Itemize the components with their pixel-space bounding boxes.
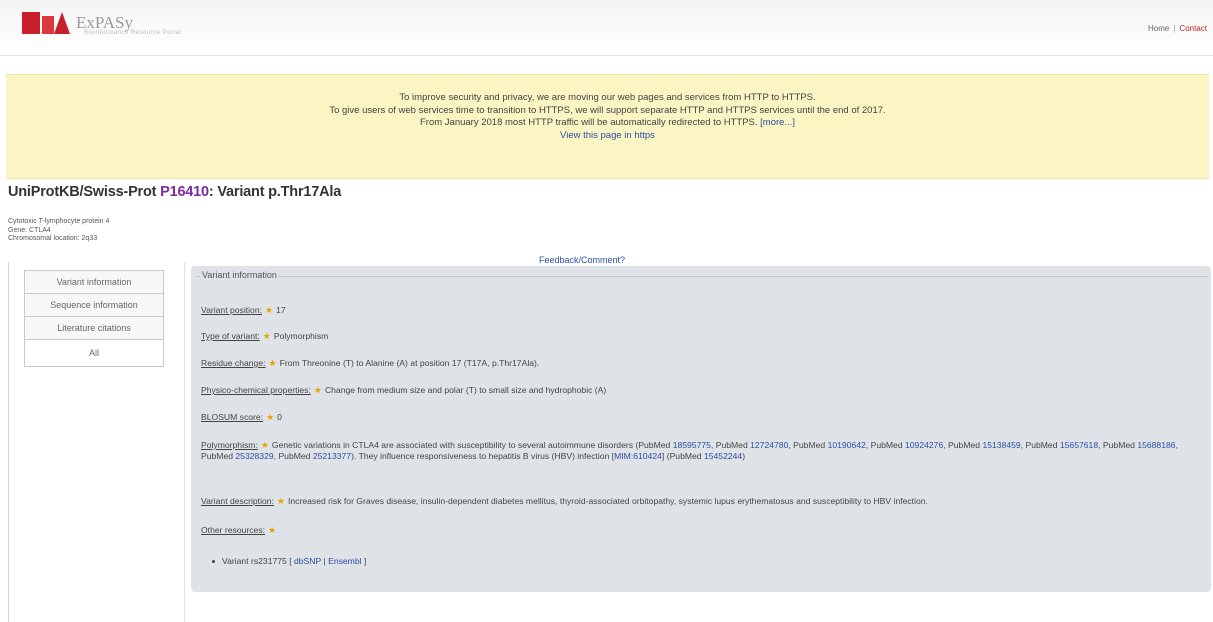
help-star-icon[interactable]: ★	[314, 385, 322, 395]
column-divider	[184, 262, 185, 622]
https-notice: To improve security and privacy, we are …	[6, 74, 1209, 179]
pubmed-link[interactable]: 10190642	[828, 440, 866, 450]
help-star-icon[interactable]: ★	[269, 358, 277, 368]
pubmed-label: PubMed	[870, 440, 903, 450]
pubmed-label: PubMed	[715, 440, 748, 450]
pubmed-label: PubMed	[278, 451, 311, 461]
pubmed-label: PubMed	[201, 451, 234, 461]
protein-meta: Cytotoxic T-lymphocyte protein 4 Gene: C…	[8, 218, 109, 244]
title-prefix: UniProtKB/Swiss-Prot	[8, 184, 157, 200]
fieldset-border	[196, 276, 1209, 277]
top-links-separator: |	[1173, 24, 1176, 33]
logo-subtitle: Bioinformatics Resource Portal	[84, 30, 182, 36]
variant-information-panel	[191, 266, 1211, 592]
residue-change-row: Residue change: ★ From Threonine (T) to Al…	[201, 358, 539, 369]
feedback-link[interactable]: Feedback/Comment?	[539, 255, 625, 265]
protein-name: Cytotoxic T-lymphocyte protein 4	[8, 218, 110, 225]
other-resources-label[interactable]: Other resources:	[201, 525, 265, 535]
variant-description-value: Increased risk for Graves disease, insul…	[288, 496, 928, 506]
pubmed-link[interactable]: 25213377	[313, 451, 351, 461]
help-star-icon[interactable]: ★	[263, 331, 271, 341]
residue-change-value: From Threonine (T) to Alanine (A) at pos…	[279, 358, 540, 368]
pubmed-link[interactable]: 15657618	[1060, 440, 1098, 450]
variant-resource-item: Variant rs231775 [ dbSNP | Ensembl ]	[212, 556, 366, 566]
variant-position-value: 17	[276, 305, 286, 315]
help-star-icon[interactable]: ★	[277, 496, 285, 506]
section-nav: Variant information Sequence information…	[24, 270, 164, 367]
panel-legend: Variant information	[200, 270, 279, 280]
physico-chemical-row: Physico-chemical properties: ★ Change from…	[201, 385, 606, 396]
left-border	[8, 262, 9, 622]
polymorphism-row: Polymorphism: ★ Genetic variations in CTLA…	[201, 440, 1178, 461]
nav-all[interactable]: All	[25, 340, 163, 367]
physico-chemical-value: Change from medium size and polar (T) to…	[324, 385, 607, 395]
pubmed-label: PubMed	[793, 440, 826, 450]
notice-line-3-text: From January 2018 most HTTP traffic will…	[419, 117, 758, 128]
polymorphism-text-2: They influence responsiveness to hepatit…	[358, 451, 610, 461]
blosum-label[interactable]: BLOSUM score:	[201, 412, 263, 422]
type-of-variant-label[interactable]: Type of variant:	[201, 331, 260, 341]
title-suffix: : Variant p.Thr17Ala	[208, 184, 342, 200]
pubmed-link[interactable]: 15688186	[1137, 440, 1175, 450]
pubmed-label: PubMed	[1102, 440, 1135, 450]
pubmed-link[interactable]: 10924276	[905, 440, 943, 450]
sib-logo-icon	[22, 10, 70, 36]
physico-chemical-label[interactable]: Physico-chemical properties:	[201, 385, 311, 395]
pubmed-link[interactable]: 18595775	[673, 440, 711, 450]
page-title: UniProtKB/Swiss-Prot P16410: Variant p.T…	[8, 184, 341, 200]
dbsnp-link[interactable]: dbSNP	[294, 556, 321, 566]
contact-link[interactable]: Contact	[1179, 24, 1207, 33]
variant-description-label[interactable]: Variant description:	[201, 496, 274, 506]
header-bar: ExPASy Bioinformatics Resource Portal Ho…	[0, 0, 1213, 56]
help-star-icon[interactable]: ★	[266, 412, 274, 422]
pubmed-link[interactable]: 25328329	[235, 451, 273, 461]
help-star-icon[interactable]: ★	[261, 440, 269, 450]
type-of-variant-value: Polymorphism	[273, 331, 329, 341]
pubmed-label: PubMed	[669, 451, 702, 461]
help-star-icon[interactable]: ★	[268, 525, 276, 535]
header-background	[0, 0, 1213, 55]
type-of-variant-row: Type of variant: ★ Polymorphism	[201, 331, 328, 342]
pubmed-link[interactable]: 15452244	[704, 451, 742, 461]
variant-position-row: Variant position: ★ 17	[201, 305, 286, 316]
notice-line-3: From January 2018 most HTTP traffic will…	[6, 117, 1209, 130]
help-star-icon[interactable]: ★	[265, 305, 273, 315]
notice-line-2: To give users of web services time to tr…	[329, 104, 886, 116]
variant-id: Variant rs231775	[222, 556, 287, 566]
pubmed-label: PubMed	[1025, 440, 1058, 450]
chromosomal-location: Chromosomal location: 2q33	[8, 235, 98, 242]
nav-variant-information[interactable]: Variant information	[25, 271, 163, 294]
nav-sequence-information[interactable]: Sequence information	[25, 294, 163, 317]
pubmed-link[interactable]: 15138459	[982, 440, 1020, 450]
pubmed-label: PubMed	[948, 440, 981, 450]
blosum-row: BLOSUM score: ★ 0	[201, 412, 282, 423]
nav-literature-citations[interactable]: Literature citations	[25, 317, 163, 340]
gene-name: Gene: CTLA4	[8, 226, 51, 234]
residue-change-label[interactable]: Residue change:	[201, 358, 266, 368]
bullet-icon	[212, 560, 215, 564]
other-resources-row: Other resources: ★	[201, 525, 279, 536]
notice-line-1: To improve security and privacy, we are …	[399, 92, 816, 103]
top-links: Home | Contact	[1148, 24, 1207, 33]
accession-link[interactable]: P16410	[160, 184, 209, 200]
home-link[interactable]: Home	[1148, 24, 1169, 33]
blosum-value: 0	[277, 412, 282, 422]
variant-description-row: Variant description: ★ Increased risk for …	[201, 496, 928, 507]
variant-position-label[interactable]: Variant position:	[201, 305, 262, 315]
more-link[interactable]: [more...]	[760, 117, 795, 128]
polymorphism-text: Genetic variations in CTLA4 are associat…	[271, 440, 671, 450]
pubmed-link[interactable]: 12724780	[750, 440, 788, 450]
ensembl-link[interactable]: Ensembl	[328, 556, 361, 566]
view-https-link[interactable]: View this page in https	[6, 130, 1209, 143]
mim-link[interactable]: MIM:610424	[614, 451, 662, 461]
polymorphism-label[interactable]: Polymorphism:	[201, 440, 258, 450]
